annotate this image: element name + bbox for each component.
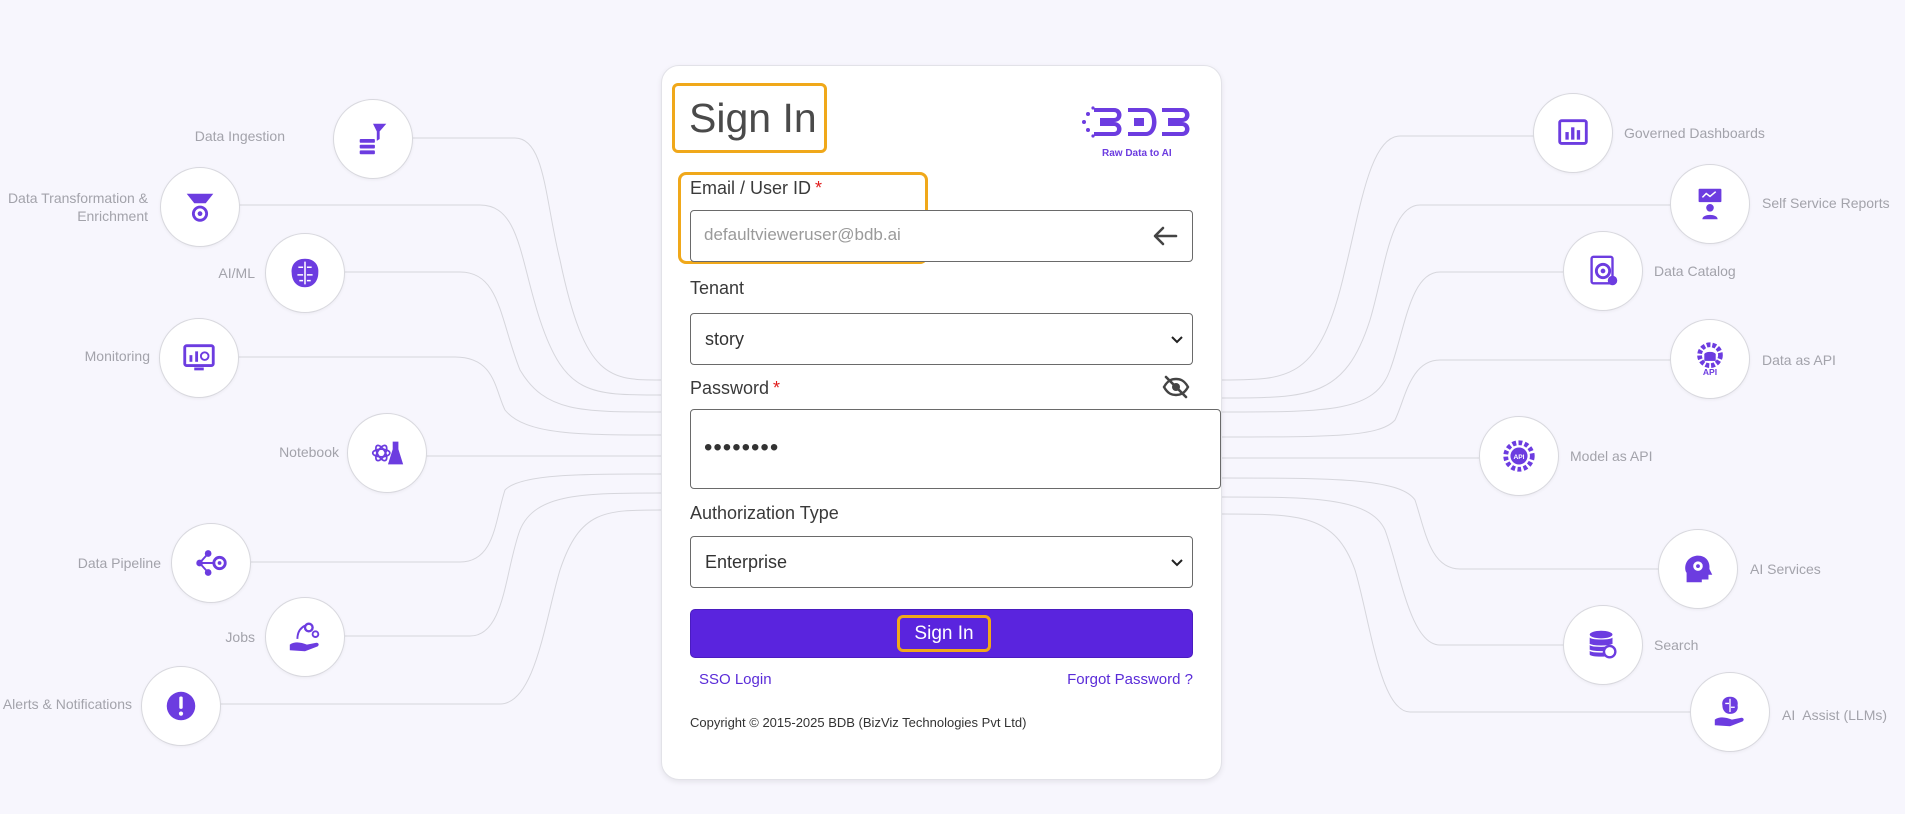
required-mark: * (773, 378, 781, 398)
funnel-database-icon (359, 123, 387, 155)
monitor-chart-icon (183, 344, 215, 371)
email-value: defaultvieweruser@bdb.ai (704, 225, 901, 244)
data-ingestion-node[interactable] (333, 99, 413, 179)
jobs-node[interactable] (265, 597, 345, 677)
ai-ml-node[interactable] (265, 233, 345, 313)
monitoring-node[interactable] (159, 318, 239, 398)
tenant-label: Tenant (690, 278, 745, 298)
data-transformation-node[interactable] (160, 167, 240, 247)
auth-type-select[interactable]: Enterprise (690, 536, 1193, 588)
email-label: Email / User ID * (690, 178, 822, 199)
data-transformation-label: Data Transformation & Enrichment (8, 189, 148, 225)
data-catalog-label: Data Catalog (1654, 263, 1736, 279)
svg-text:API: API (1513, 454, 1524, 461)
password-field[interactable]: •••••••• (690, 409, 1221, 489)
password-label: Password * (690, 378, 780, 399)
forgot-password-link[interactable]: Forgot Password ? (1067, 671, 1193, 688)
data-ingestion-label: Data Ingestion (194, 128, 285, 144)
head-gear-icon (1685, 555, 1713, 583)
sign-in-button[interactable]: Sign In (690, 609, 1193, 658)
filter-gear-icon (186, 193, 214, 222)
notebook-node[interactable] (347, 413, 427, 493)
data-as-api-node[interactable]: API (1670, 319, 1750, 399)
ai-services-label: AI Services (1750, 561, 1821, 577)
password-label-text: Password (690, 378, 770, 398)
copyright-text: Copyright © 2015-2025 BDB (BizViz Techno… (690, 715, 1027, 730)
data-transformation-label-line1: Data Transformation & (7, 190, 148, 206)
alert-icon (166, 691, 196, 721)
ai-assist-label: AI Assist (LLMs) (1782, 707, 1888, 723)
required-mark: * (815, 178, 823, 198)
ai-services-node[interactable] (1658, 529, 1738, 609)
alerts-node[interactable] (141, 666, 221, 746)
email-label-text: Email / User ID (690, 178, 812, 198)
dashboard-icon (1558, 119, 1588, 145)
catalog-gear-icon (1590, 255, 1618, 286)
chevron-down-icon (1171, 559, 1183, 567)
governed-dashboards-node[interactable] (1533, 93, 1613, 173)
hand-brain-icon (1714, 696, 1744, 727)
data-pipeline-node[interactable] (171, 523, 251, 603)
database-search-icon (1588, 630, 1617, 659)
self-service-reports-node[interactable] (1670, 164, 1750, 244)
self-service-reports-label: Self Service Reports (1762, 195, 1890, 211)
search-label: Search (1654, 637, 1699, 653)
tenant-select[interactable]: story (690, 313, 1193, 365)
sign-in-card: Sign In Raw Data to AI Email / User ID * … (661, 65, 1222, 780)
alerts-label: Alerts & Notifications (2, 696, 132, 712)
sso-login-link[interactable]: SSO Login (699, 671, 772, 688)
logo-tagline: Raw Data to AI (1102, 148, 1172, 159)
sign-in-button-label: Sign In (897, 615, 991, 652)
model-as-api-node[interactable]: API (1479, 416, 1559, 496)
ai-ml-label: AI/ML (218, 265, 255, 281)
api-gear-icon: API (1697, 342, 1723, 377)
password-value: •••••••• (704, 434, 780, 461)
search-node[interactable] (1563, 605, 1643, 685)
auth-type-value: Enterprise (705, 551, 788, 572)
email-field[interactable]: defaultvieweruser@bdb.ai (690, 210, 1193, 262)
hand-gears-icon (289, 622, 320, 652)
api-badge-icon: API (1503, 440, 1535, 472)
jobs-label: Jobs (225, 629, 255, 645)
data-transformation-label-line2: Enrichment (77, 208, 148, 224)
data-catalog-node[interactable] (1563, 231, 1643, 311)
atom-flask-icon (371, 441, 404, 465)
tenant-value: story (705, 328, 745, 349)
pipeline-gear-icon (196, 550, 227, 576)
model-as-api-label: Model as API (1570, 448, 1653, 464)
svg-text:API: API (1703, 367, 1717, 377)
governed-dashboards-label: Governed Dashboards (1624, 125, 1765, 141)
back-arrow-icon[interactable] (1152, 224, 1178, 248)
data-as-api-label: Data as API (1762, 352, 1836, 368)
monitoring-label: Monitoring (84, 348, 150, 364)
eye-slash-icon[interactable] (1162, 375, 1190, 399)
chevron-down-icon (1171, 336, 1183, 344)
auth-type-label: Authorization Type (690, 503, 839, 523)
notebook-label: Notebook (279, 444, 339, 460)
brain-circuit-icon (291, 258, 319, 288)
data-pipeline-label: Data Pipeline (77, 555, 161, 571)
ai-assist-node[interactable] (1690, 672, 1770, 752)
presentation-user-icon (1698, 188, 1722, 220)
page-title: Sign In (672, 83, 827, 153)
